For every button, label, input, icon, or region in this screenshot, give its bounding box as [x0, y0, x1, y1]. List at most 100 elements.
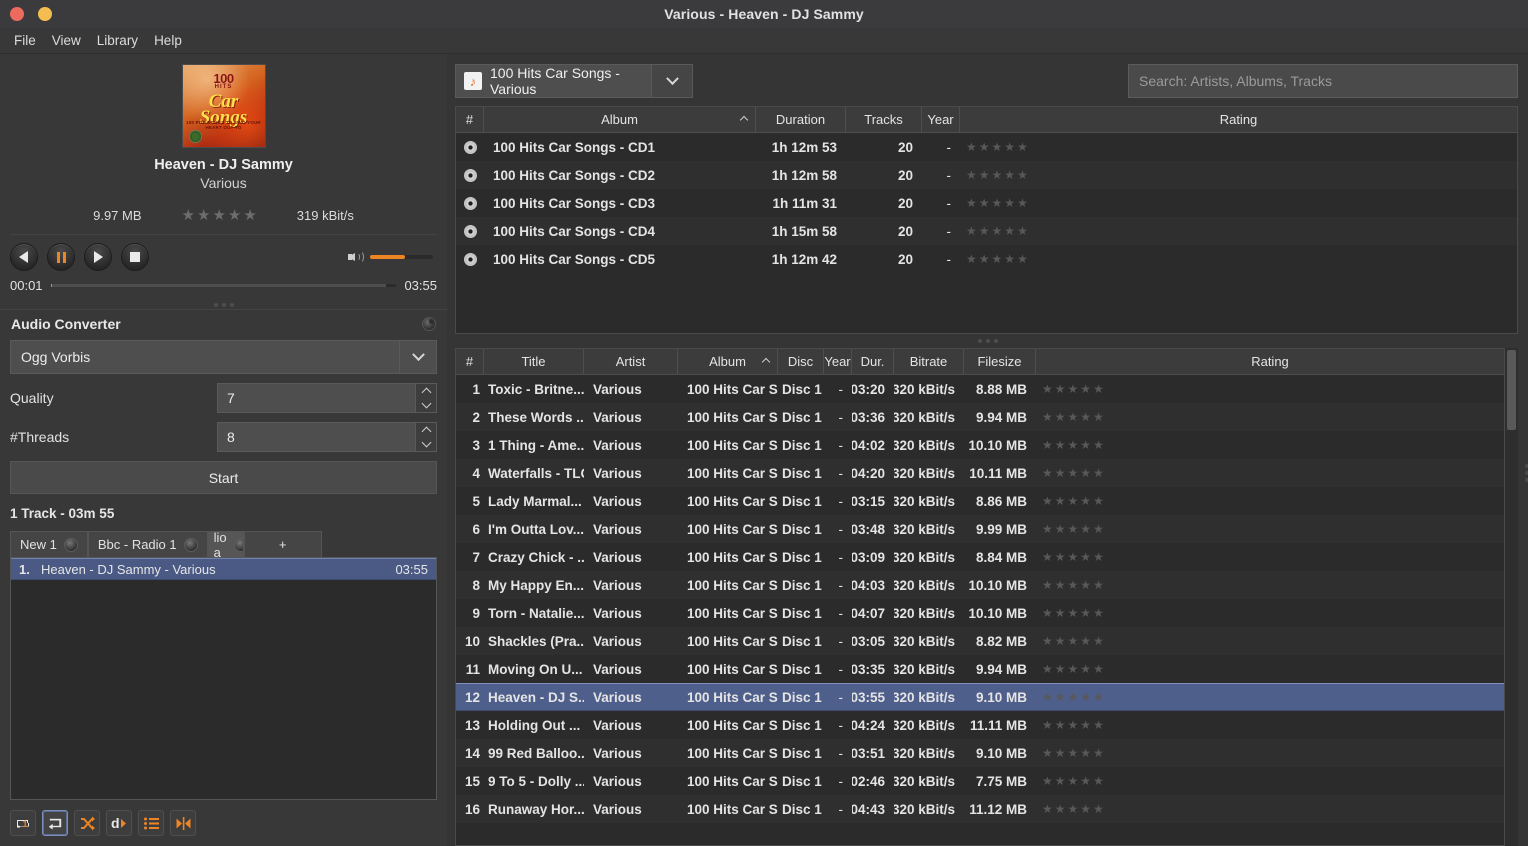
rating-stars[interactable]: ★ ★ ★ ★ ★	[1042, 551, 1104, 563]
track-cell-rating[interactable]: ★ ★ ★ ★ ★	[1036, 495, 1504, 507]
album-col-header-year[interactable]: Year	[922, 107, 960, 132]
rating-star-1[interactable]: ★	[966, 253, 977, 265]
rating-stars[interactable]: ★ ★ ★ ★ ★	[1042, 579, 1104, 591]
playlist-tab-menu-icon[interactable]	[233, 537, 243, 552]
rating-star-2[interactable]: ★	[979, 169, 990, 181]
rating-star-4[interactable]: ★	[1004, 253, 1015, 265]
album-cell-rating[interactable]: ★ ★ ★ ★ ★	[960, 225, 1517, 237]
rating-star-2[interactable]: ★	[1055, 775, 1066, 787]
track-cell-rating[interactable]: ★ ★ ★ ★ ★	[1036, 719, 1504, 731]
rating-star-2[interactable]: ★	[979, 225, 990, 237]
rating-star-2[interactable]: ★	[1055, 607, 1066, 619]
rating-star-5[interactable]: ★	[1093, 719, 1104, 731]
rating-star-2[interactable]: ★	[1055, 691, 1066, 703]
rating-stars[interactable]: ★ ★ ★ ★ ★	[1042, 663, 1104, 675]
album-selector-dropdown-button[interactable]	[651, 64, 693, 98]
rating-star-1[interactable]: ★	[1042, 439, 1053, 451]
rating-star-2[interactable]: ★	[1055, 467, 1066, 479]
album-col-header-tracks[interactable]: Tracks	[846, 107, 922, 132]
track-table-row[interactable]: 7 Crazy Chick - ... Various 100 Hits Car S.…	[456, 543, 1504, 571]
caret-up-icon[interactable]	[421, 387, 431, 398]
track-table-row[interactable]: 13 Holding Out ... Various 100 Hits Car S..…	[456, 711, 1504, 739]
rating-star-1[interactable]: ★	[1042, 663, 1053, 675]
rating-star-4[interactable]: ★	[1080, 383, 1091, 395]
rating-star-3[interactable]: ★	[1068, 719, 1079, 731]
track-cell-rating[interactable]: ★ ★ ★ ★ ★	[1036, 691, 1504, 703]
track-col-header-artist[interactable]: Artist	[584, 349, 678, 374]
rating-star-1[interactable]: ★	[1042, 579, 1053, 591]
rating-star-2[interactable]: ★	[979, 141, 990, 153]
rating-star-3[interactable]: ★	[212, 208, 225, 223]
converter-settings-icon[interactable]	[422, 317, 436, 331]
track-cell-rating[interactable]: ★ ★ ★ ★ ★	[1036, 579, 1504, 591]
track-col-header-title[interactable]: Title	[484, 349, 584, 374]
track-cell-rating[interactable]: ★ ★ ★ ★ ★	[1036, 663, 1504, 675]
rating-star-3[interactable]: ★	[1068, 439, 1079, 451]
album-cover-art[interactable]: 100 HITS Car Songs 100 POP SONGS TO SING…	[181, 64, 266, 148]
table-splitter-handle[interactable]	[447, 334, 1528, 348]
rating-stars[interactable]: ★ ★ ★ ★ ★	[1042, 635, 1104, 647]
album-table-row[interactable]: 100 Hits Car Songs - CD3 1h 11m 31 20- ★ ★ ★ ★…	[456, 189, 1517, 217]
rating-star-5[interactable]: ★	[1017, 225, 1028, 237]
rating-star-3[interactable]: ★	[1068, 803, 1079, 815]
repeat-all-button[interactable]	[42, 810, 68, 836]
album-cell-rating[interactable]: ★ ★ ★ ★ ★	[960, 141, 1517, 153]
rating-star-5[interactable]: ★	[1093, 467, 1104, 479]
rating-star-1[interactable]: ★	[1042, 523, 1053, 535]
rating-star-1[interactable]: ★	[1042, 411, 1053, 423]
rating-star-2[interactable]: ★	[1055, 439, 1066, 451]
rating-star-1[interactable]: ★	[1042, 775, 1053, 787]
rating-star-5[interactable]: ★	[1017, 197, 1028, 209]
track-cell-rating[interactable]: ★ ★ ★ ★ ★	[1036, 775, 1504, 787]
rating-star-1[interactable]: ★	[1042, 467, 1053, 479]
track-cell-rating[interactable]: ★ ★ ★ ★ ★	[1036, 635, 1504, 647]
rating-star-4[interactable]: ★	[1004, 141, 1015, 153]
rating-star-4[interactable]: ★	[1080, 747, 1091, 759]
rating-stars[interactable]: ★ ★ ★ ★ ★	[1042, 747, 1104, 759]
album-cell-rating[interactable]: ★ ★ ★ ★ ★	[960, 197, 1517, 209]
rating-star-1[interactable]: ★	[1042, 691, 1053, 703]
rating-star-3[interactable]: ★	[1068, 747, 1079, 759]
rating-stars[interactable]: ★ ★ ★ ★ ★	[1042, 383, 1104, 395]
rating-star-4[interactable]: ★	[1004, 169, 1015, 181]
stop-button[interactable]	[121, 243, 149, 271]
track-table-row[interactable]: 8 My Happy En... Various 100 Hits Car S...D…	[456, 571, 1504, 599]
track-cell-rating[interactable]: ★ ★ ★ ★ ★	[1036, 383, 1504, 395]
rating-star-3[interactable]: ★	[992, 197, 1003, 209]
track-table-row[interactable]: 16 Runaway Hor... Various 100 Hits Car S...…	[456, 795, 1504, 823]
rating-star-2[interactable]: ★	[1055, 523, 1066, 535]
rating-star-3[interactable]: ★	[992, 253, 1003, 265]
menu-view[interactable]: View	[44, 31, 89, 50]
add-playlist-tab-button[interactable]: +	[243, 531, 322, 557]
track-col-header-disc[interactable]: Disc	[778, 349, 824, 374]
format-dropdown-button[interactable]	[399, 340, 437, 374]
track-col-header-dur[interactable]: Dur.	[852, 349, 894, 374]
rating-star-4[interactable]: ★	[1080, 803, 1091, 815]
rating-star-1[interactable]: ★	[1042, 803, 1053, 815]
track-cell-rating[interactable]: ★ ★ ★ ★ ★	[1036, 467, 1504, 479]
rating-star-4[interactable]: ★	[1080, 523, 1091, 535]
rating-star-2[interactable]: ★	[1055, 495, 1066, 507]
rating-star-5[interactable]: ★	[243, 208, 256, 223]
rating-star-1[interactable]: ★	[182, 208, 195, 223]
rating-star-2[interactable]: ★	[1055, 747, 1066, 759]
rating-star-3[interactable]: ★	[1068, 691, 1079, 703]
album-table-row[interactable]: 100 Hits Car Songs - CD1 1h 12m 53 20- ★ ★ ★ ★…	[456, 133, 1517, 161]
rating-star-5[interactable]: ★	[1093, 747, 1104, 759]
rating-star-4[interactable]: ★	[1080, 551, 1091, 563]
rating-star-5[interactable]: ★	[1017, 169, 1028, 181]
track-table-scrollbar[interactable]	[1505, 348, 1528, 846]
playlist-tab-2[interactable]: Bbc - Radio 1	[87, 531, 208, 557]
track-table-row[interactable]: 15 9 To 5 - Dolly ... Various 100 Hits Car …	[456, 767, 1504, 795]
rating-star-1[interactable]: ★	[1042, 551, 1053, 563]
rating-star-3[interactable]: ★	[992, 141, 1003, 153]
rating-star-5[interactable]: ★	[1093, 411, 1104, 423]
seek-slider[interactable]	[50, 284, 397, 287]
panel-splitter-handle[interactable]	[0, 301, 447, 309]
rating-star-3[interactable]: ★	[992, 169, 1003, 181]
track-cell-rating[interactable]: ★ ★ ★ ★ ★	[1036, 411, 1504, 423]
search-box[interactable]	[1128, 64, 1518, 98]
rating-star-4[interactable]: ★	[1004, 197, 1015, 209]
scrollbar-thumb[interactable]	[1507, 350, 1516, 430]
rating-star-4[interactable]: ★	[1080, 719, 1091, 731]
